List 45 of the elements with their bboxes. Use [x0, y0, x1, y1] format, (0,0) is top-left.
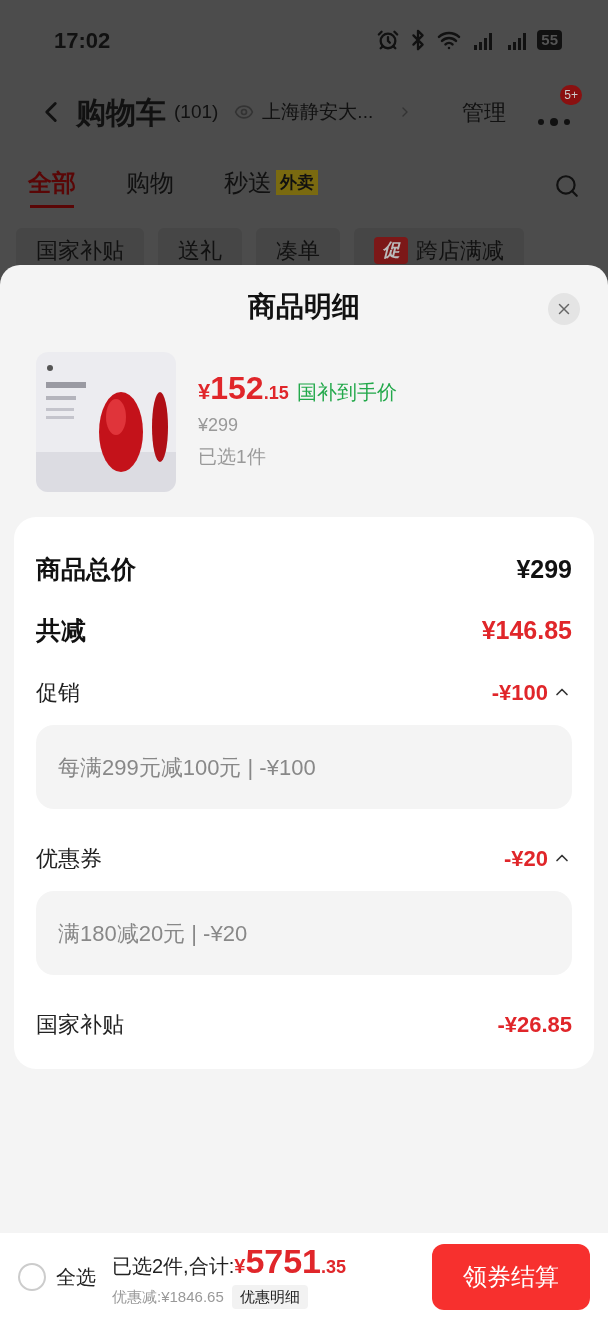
discount-total: 优惠减:¥1846.65: [112, 1286, 224, 1307]
discount-rule: 满180减20元 | -¥20: [58, 919, 248, 948]
status-time: 17:02: [54, 26, 111, 55]
category-tab[interactable]: 全部: [28, 164, 76, 208]
summary-amount: -¥100: [491, 678, 548, 707]
summary-amount: -¥20: [503, 844, 548, 873]
eye-icon: [234, 102, 255, 122]
battery-indicator: 55: [537, 30, 562, 50]
summary-amount: -¥26.85: [497, 1010, 572, 1039]
select-all-label[interactable]: 全选: [56, 1261, 96, 1292]
total-amount: 5751: [245, 1244, 321, 1278]
category-tab[interactable]: 秒送 外卖: [224, 164, 318, 208]
product-price: 152: [210, 372, 264, 405]
discount-rule: 每满299元减100元 | -¥100: [58, 753, 316, 782]
price-decimal: .15: [263, 382, 289, 406]
price-note: 国补到手价: [296, 380, 397, 406]
cart-count: (101): [174, 99, 219, 124]
summary-label: 商品总价: [36, 553, 136, 585]
page-title: 购物车: [76, 94, 166, 131]
manage-button[interactable]: 管理: [462, 95, 506, 129]
alarm-icon: [377, 29, 400, 51]
summary-label: 促销: [36, 678, 80, 707]
select-all-checkbox[interactable]: [18, 1262, 46, 1291]
original-price: ¥299: [198, 414, 240, 438]
promo-tag: 促: [374, 236, 408, 264]
total-label: 已选2件,合计:: [112, 1254, 235, 1279]
search-icon[interactable]: [554, 173, 580, 199]
discount-detail-button[interactable]: 优惠明细: [231, 1285, 308, 1309]
price-currency: ¥: [198, 379, 211, 407]
sheet-title: 商品明细: [248, 290, 360, 324]
summary-label: 国家补贴: [36, 1010, 124, 1039]
location-link[interactable]: 上海静安大...: [262, 97, 374, 127]
category-tab[interactable]: 购物: [126, 164, 174, 208]
more-icon[interactable]: [537, 117, 571, 127]
summary-amount: ¥299: [516, 553, 572, 585]
summary-amount: ¥146.85: [481, 614, 572, 646]
tab-tag: 外卖: [276, 169, 318, 196]
total-currency: ¥: [234, 1255, 246, 1279]
notification-badge: 5+: [560, 85, 582, 105]
checkout-button[interactable]: 领券结算: [432, 1243, 590, 1310]
selected-count: 已选1件: [198, 445, 267, 470]
summary-label: 优惠券: [36, 844, 102, 873]
close-button[interactable]: [548, 293, 580, 325]
summary-label: 共减: [36, 614, 86, 646]
total-decimal: .35: [321, 1256, 347, 1279]
